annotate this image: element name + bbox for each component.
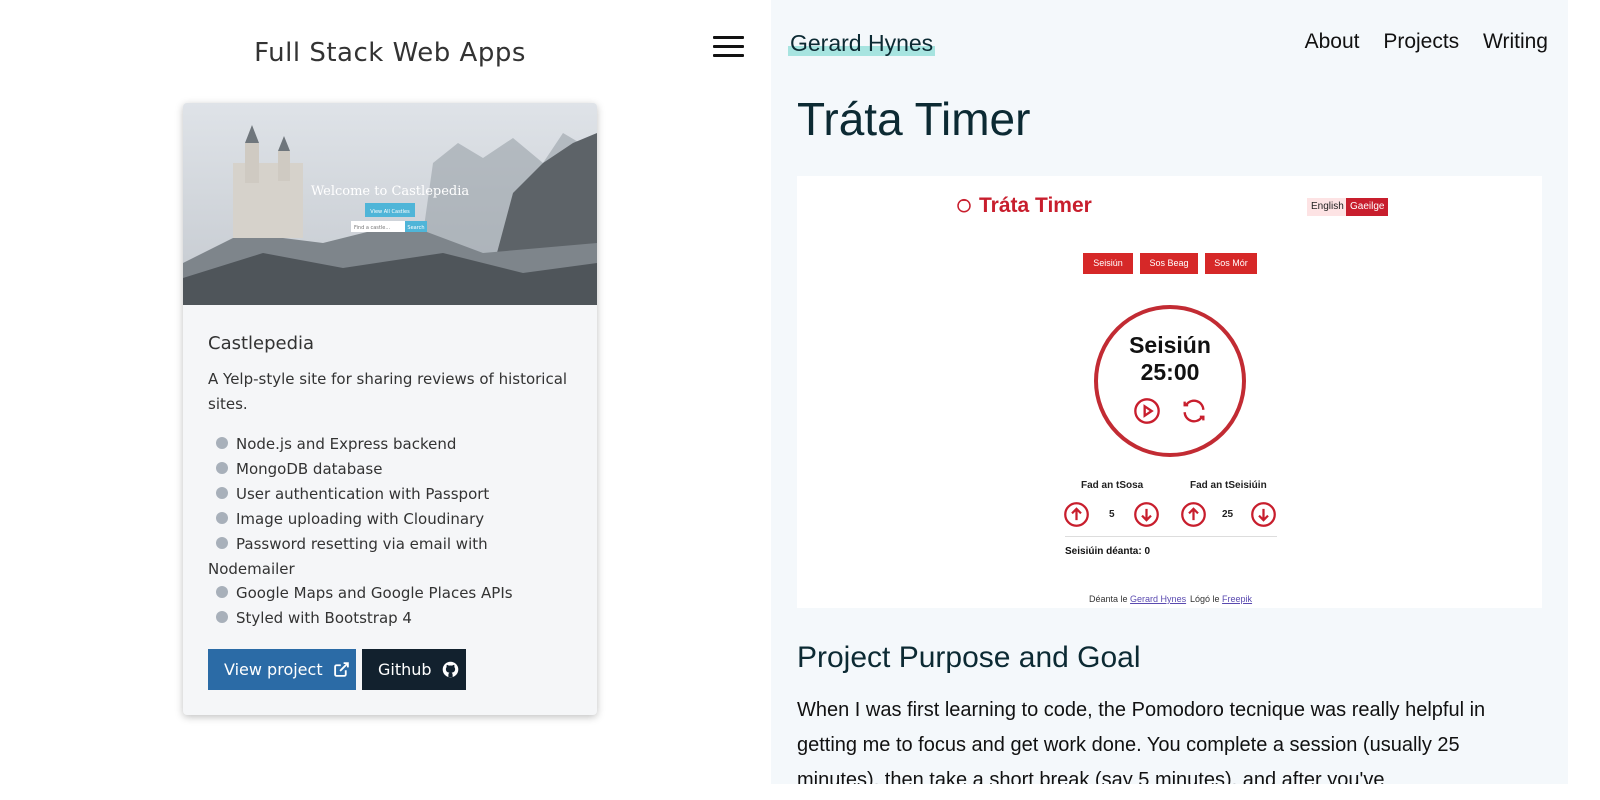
project-description: A Yelp-style site for sharing reviews of… bbox=[208, 370, 568, 413]
timer-time: 25:00 bbox=[1140, 359, 1200, 385]
tab-session: Seisiún bbox=[1083, 253, 1133, 274]
footer-logo-link: Freepik bbox=[1222, 594, 1253, 604]
break-length-label: Fad an tSosa bbox=[1081, 480, 1144, 491]
lang-english: English bbox=[1307, 198, 1348, 216]
page-title: Tráta Timer bbox=[797, 93, 1031, 145]
list-item: Styled with Bootstrap 4 bbox=[216, 606, 556, 631]
nav-about[interactable]: About bbox=[1305, 30, 1360, 53]
site-brand-link[interactable]: Gerard Hynes bbox=[788, 30, 936, 57]
list-item: Image uploading with Cloudinary bbox=[216, 507, 556, 532]
tab-long-break: Sos Mór bbox=[1205, 253, 1257, 274]
bullet-icon bbox=[216, 511, 228, 524]
image-search-input: Find a castle... bbox=[354, 225, 391, 231]
session-up-icon bbox=[1181, 502, 1206, 527]
bullet-icon bbox=[216, 437, 228, 449]
right-pane: Gerard Hynes About Projects Writing Trát… bbox=[771, 0, 1568, 784]
left-pane: Full Stack Web Apps Welcome to Castleped… bbox=[0, 0, 771, 784]
view-project-button[interactable]: View project bbox=[208, 649, 356, 690]
project-card: Welcome to Castlepedia View All Castles … bbox=[183, 103, 597, 715]
footer-credit: Déanta le Gerard Hynes bbox=[1089, 594, 1187, 604]
session-down-icon bbox=[1251, 502, 1276, 527]
image-view-button: View All Castles bbox=[370, 209, 410, 215]
bullet-icon bbox=[216, 586, 228, 599]
project-screenshot: Tráta Timer English Gaeilge Seisiún Sos … bbox=[797, 176, 1542, 608]
section-heading: Project Purpose and Goal bbox=[797, 641, 1141, 674]
app-title: Tráta Timer bbox=[979, 194, 1092, 217]
break-up-icon bbox=[1064, 502, 1089, 527]
external-link-icon bbox=[333, 662, 349, 677]
list-item: Google Maps and Google Places APIs bbox=[216, 581, 556, 606]
timer-session-label: Seisiún bbox=[1129, 332, 1211, 358]
image-search-button: Search bbox=[407, 225, 424, 231]
divider bbox=[1065, 536, 1277, 537]
project-screenshot-image: Welcome to Castlepedia View All Castles … bbox=[183, 103, 597, 305]
github-icon bbox=[442, 661, 458, 678]
list-item: Node.js and Express backend bbox=[216, 432, 556, 457]
bullet-icon bbox=[216, 486, 228, 499]
sessions-done: Seisiúin déanta: 0 bbox=[1065, 546, 1151, 557]
reset-icon bbox=[1183, 399, 1205, 423]
nav-writing[interactable]: Writing bbox=[1483, 30, 1548, 53]
project-title: Castlepedia bbox=[208, 333, 315, 354]
top-nav: About Projects Writing bbox=[1287, 30, 1548, 54]
github-button[interactable]: Github bbox=[362, 649, 466, 690]
hamburger-menu-icon[interactable] bbox=[713, 36, 744, 58]
list-item: MongoDB database bbox=[216, 457, 556, 482]
list-item: User authentication with Passport bbox=[216, 482, 556, 507]
bullet-icon bbox=[216, 461, 228, 474]
footer-author-link: Gerard Hynes bbox=[1130, 594, 1187, 604]
break-length-value: 5 bbox=[1109, 509, 1115, 520]
body-paragraph: When I was first learning to code, the P… bbox=[797, 699, 1486, 784]
lang-irish: Gaeilge bbox=[1346, 198, 1389, 216]
feature-list: Node.js and Express backend MongoDB data… bbox=[208, 432, 556, 631]
session-length-label: Fad an tSeisiúin bbox=[1190, 480, 1267, 491]
tomato-logo-icon bbox=[957, 198, 971, 213]
bullet-icon bbox=[216, 536, 228, 549]
session-length-value: 25 bbox=[1222, 509, 1234, 520]
image-caption: Welcome to Castlepedia bbox=[311, 184, 470, 199]
list-item: Password resetting via email with Nodema… bbox=[208, 534, 488, 578]
nav-projects[interactable]: Projects bbox=[1383, 30, 1459, 53]
break-down-icon bbox=[1134, 502, 1159, 527]
tab-short-break: Sos Beag bbox=[1140, 253, 1198, 274]
play-icon bbox=[1134, 398, 1160, 424]
footer-logo-credit: Lógó le Freepik bbox=[1190, 594, 1253, 604]
bullet-icon bbox=[216, 611, 228, 624]
section-title: Full Stack Web Apps bbox=[254, 38, 526, 68]
